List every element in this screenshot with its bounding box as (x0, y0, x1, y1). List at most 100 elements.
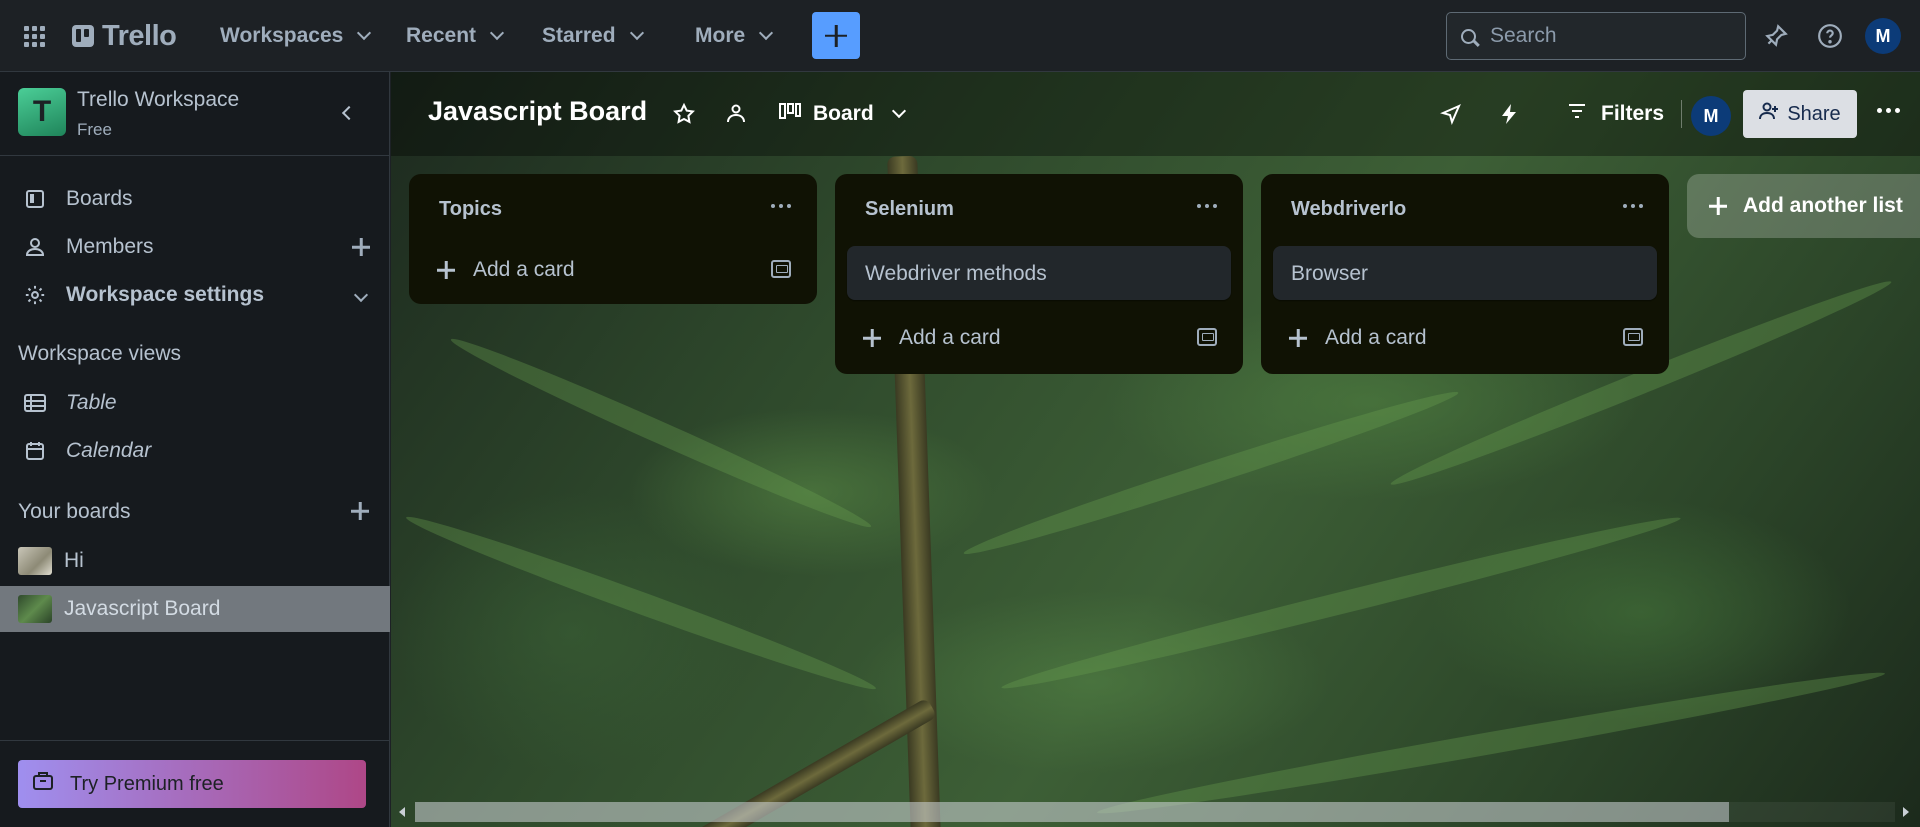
plus-icon (825, 25, 847, 47)
sidebar-item-table[interactable]: Table (0, 380, 390, 426)
add-card-label: Add a card (1325, 326, 1427, 349)
board-member-avatar[interactable]: M (1691, 96, 1731, 136)
workspaces-menu-label: Workspaces (220, 24, 344, 47)
fern-frond (960, 382, 1462, 564)
notifications-icon[interactable] (1762, 22, 1790, 50)
table-icon (24, 392, 46, 414)
add-another-list-button[interactable]: Add another list (1687, 174, 1920, 238)
gear-icon (24, 284, 46, 306)
more-menu[interactable]: More (695, 20, 774, 52)
trello-logo-icon (72, 25, 94, 47)
list-title[interactable]: WebdriverIo (1291, 198, 1406, 221)
visibility-icon[interactable] (722, 100, 750, 128)
plus-icon (1709, 197, 1727, 215)
filters-button[interactable]: Filters (1567, 94, 1664, 134)
fern-frond (402, 507, 880, 699)
list-title[interactable]: Selenium (865, 198, 954, 221)
workspace-logo[interactable]: T (18, 88, 66, 136)
sidebar-item-calendar[interactable]: Calendar (0, 428, 390, 474)
sidebar-item-workspace-settings[interactable]: Workspace settings (0, 272, 390, 318)
automation-icon[interactable] (1495, 100, 1523, 128)
plus-icon (863, 329, 881, 347)
card-webdriver-methods[interactable]: Webdriver methods (847, 246, 1231, 300)
board-thumbnail (18, 547, 52, 575)
add-another-list-label: Add another list (1743, 194, 1903, 217)
add-card-button[interactable]: Add a card (421, 248, 805, 292)
scroll-left-arrow[interactable] (399, 807, 405, 817)
sidebar-board-javascript-board[interactable]: Javascript Board (0, 586, 390, 632)
chevron-down-icon (891, 103, 906, 119)
try-premium-label: Try Premium free (70, 772, 224, 795)
card-template-icon[interactable] (771, 260, 791, 278)
filter-icon (1567, 102, 1587, 126)
user-avatar-initial: M (1875, 25, 1891, 46)
share-button[interactable]: Share (1743, 90, 1857, 138)
board-view-label: Board (813, 102, 874, 125)
trello-logo-text: Trello (102, 19, 177, 52)
sidebar-item-label: Table (66, 391, 117, 414)
sidebar: T Trello Workspace Free Boards Members W… (0, 72, 390, 827)
search-box[interactable] (1446, 12, 1746, 60)
board-canvas: Javascript Board Board Filters M Share T… (391, 72, 1920, 827)
card-browser[interactable]: Browser (1273, 246, 1657, 300)
help-icon[interactable] (1816, 22, 1844, 50)
starred-menu-label: Starred (542, 24, 616, 47)
recent-menu-label: Recent (406, 24, 477, 47)
add-card-button[interactable]: Add a card (847, 316, 1231, 360)
plus-icon (1289, 329, 1307, 347)
chevron-down-icon (489, 25, 505, 41)
list-menu-icon[interactable] (771, 204, 791, 208)
board-title[interactable]: Javascript Board (428, 96, 647, 127)
workspaces-menu[interactable]: Workspaces (220, 20, 372, 52)
board-header: Javascript Board Board Filters M Share (391, 72, 1920, 156)
board-view-icon (779, 101, 801, 127)
starred-menu[interactable]: Starred (542, 20, 644, 52)
chevron-down-icon (759, 25, 774, 41)
sidebar-item-boards[interactable]: Boards (0, 176, 390, 222)
app-switcher-icon[interactable] (22, 24, 46, 48)
list-topics: Topics Add a card (409, 174, 817, 304)
workspace-views-heading: Workspace views (18, 342, 181, 365)
star-icon[interactable] (670, 100, 698, 128)
add-member-icon[interactable] (350, 236, 372, 258)
chevron-left-icon (341, 105, 357, 121)
power-ups-icon[interactable] (1437, 100, 1465, 128)
scrollbar-thumb[interactable] (415, 802, 1729, 822)
board-view-switcher[interactable]: Board (779, 94, 906, 134)
add-board-icon[interactable] (349, 500, 371, 522)
chevron-down-icon[interactable] (350, 284, 372, 306)
horizontal-scrollbar[interactable] (391, 790, 1920, 822)
workspace-name[interactable]: Trello Workspace (77, 88, 239, 112)
sidebar-item-label: Javascript Board (64, 597, 221, 620)
scroll-right-arrow[interactable] (1903, 807, 1909, 817)
recent-menu[interactable]: Recent (406, 20, 505, 52)
sidebar-divider (0, 740, 390, 741)
card-template-icon[interactable] (1623, 328, 1643, 346)
list-title[interactable]: Topics (439, 198, 502, 221)
add-card-button[interactable]: Add a card (1273, 316, 1657, 360)
fern-frond (998, 507, 1684, 699)
board-thumbnail (18, 595, 52, 623)
board-menu-icon[interactable] (1877, 108, 1900, 113)
add-person-icon (1759, 101, 1779, 127)
chevron-down-icon (357, 25, 372, 41)
create-button[interactable] (812, 12, 860, 59)
search-input[interactable] (1490, 24, 1720, 48)
sidebar-item-label: Members (66, 235, 154, 258)
list-menu-icon[interactable] (1623, 204, 1643, 208)
filters-label: Filters (1601, 102, 1665, 125)
card-template-icon[interactable] (1197, 328, 1217, 346)
sidebar-item-members[interactable]: Members (0, 224, 390, 270)
user-avatar[interactable]: M (1865, 18, 1901, 54)
try-premium-button[interactable]: Try Premium free (18, 760, 366, 808)
board-member-initial: M (1703, 105, 1719, 126)
add-card-label: Add a card (473, 258, 575, 281)
trello-logo[interactable]: Trello (72, 19, 177, 52)
sidebar-item-label: Boards (66, 187, 133, 210)
collapse-sidebar-button[interactable] (330, 96, 364, 130)
plus-icon (437, 261, 455, 279)
sidebar-item-label: Hi (64, 549, 84, 572)
your-boards-heading: Your boards (18, 500, 131, 523)
sidebar-board-hi[interactable]: Hi (0, 538, 390, 584)
list-menu-icon[interactable] (1197, 204, 1217, 208)
